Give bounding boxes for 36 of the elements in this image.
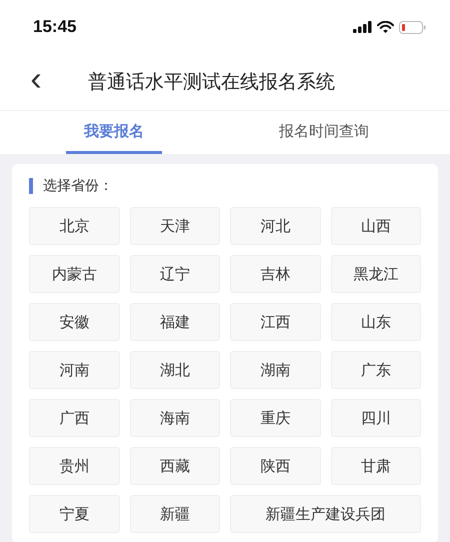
signal-icon xyxy=(353,21,372,33)
battery-icon xyxy=(399,20,426,34)
province-button[interactable]: 黑龙江 xyxy=(330,255,421,293)
province-button[interactable]: 四川 xyxy=(330,399,421,437)
province-button[interactable]: 安徽 xyxy=(29,303,120,341)
province-button[interactable]: 辽宁 xyxy=(130,255,220,293)
province-button[interactable]: 北京 xyxy=(29,207,120,245)
accent-bar xyxy=(29,178,33,194)
status-time: 15:45 xyxy=(33,17,76,37)
wifi-icon xyxy=(377,21,394,33)
province-button[interactable]: 天津 xyxy=(130,207,220,245)
section-heading: 选择省份： xyxy=(43,177,113,195)
province-button[interactable]: 内蒙古 xyxy=(29,255,120,293)
back-button[interactable]: ‹ xyxy=(16,62,56,102)
province-button[interactable]: 西藏 xyxy=(130,447,220,485)
province-button[interactable]: 河北 xyxy=(230,207,320,245)
province-button[interactable]: 陕西 xyxy=(230,447,320,485)
province-button[interactable]: 江西 xyxy=(230,303,320,341)
province-button[interactable]: 湖北 xyxy=(130,351,220,389)
province-button[interactable]: 山西 xyxy=(330,207,421,245)
province-button[interactable]: 新疆 xyxy=(130,495,220,533)
province-button[interactable]: 宁夏 xyxy=(29,495,120,533)
province-button[interactable]: 山东 xyxy=(330,303,421,341)
province-button[interactable]: 吉林 xyxy=(230,255,320,293)
page-title: 普通话水平测试在线报名系统 xyxy=(88,70,335,95)
tab[interactable]: 报名时间查询 xyxy=(198,111,450,154)
province-button[interactable]: 广西 xyxy=(29,399,120,437)
province-button[interactable]: 湖南 xyxy=(230,351,320,389)
province-button[interactable]: 福建 xyxy=(130,303,220,341)
province-button[interactable]: 重庆 xyxy=(230,399,320,437)
province-button[interactable]: 新疆生产建设兵团 xyxy=(230,495,421,533)
province-button[interactable]: 河南 xyxy=(29,351,120,389)
province-button[interactable]: 广东 xyxy=(330,351,421,389)
province-button[interactable]: 贵州 xyxy=(29,447,120,485)
province-button[interactable]: 海南 xyxy=(130,399,220,437)
province-button[interactable]: 甘肃 xyxy=(330,447,421,485)
